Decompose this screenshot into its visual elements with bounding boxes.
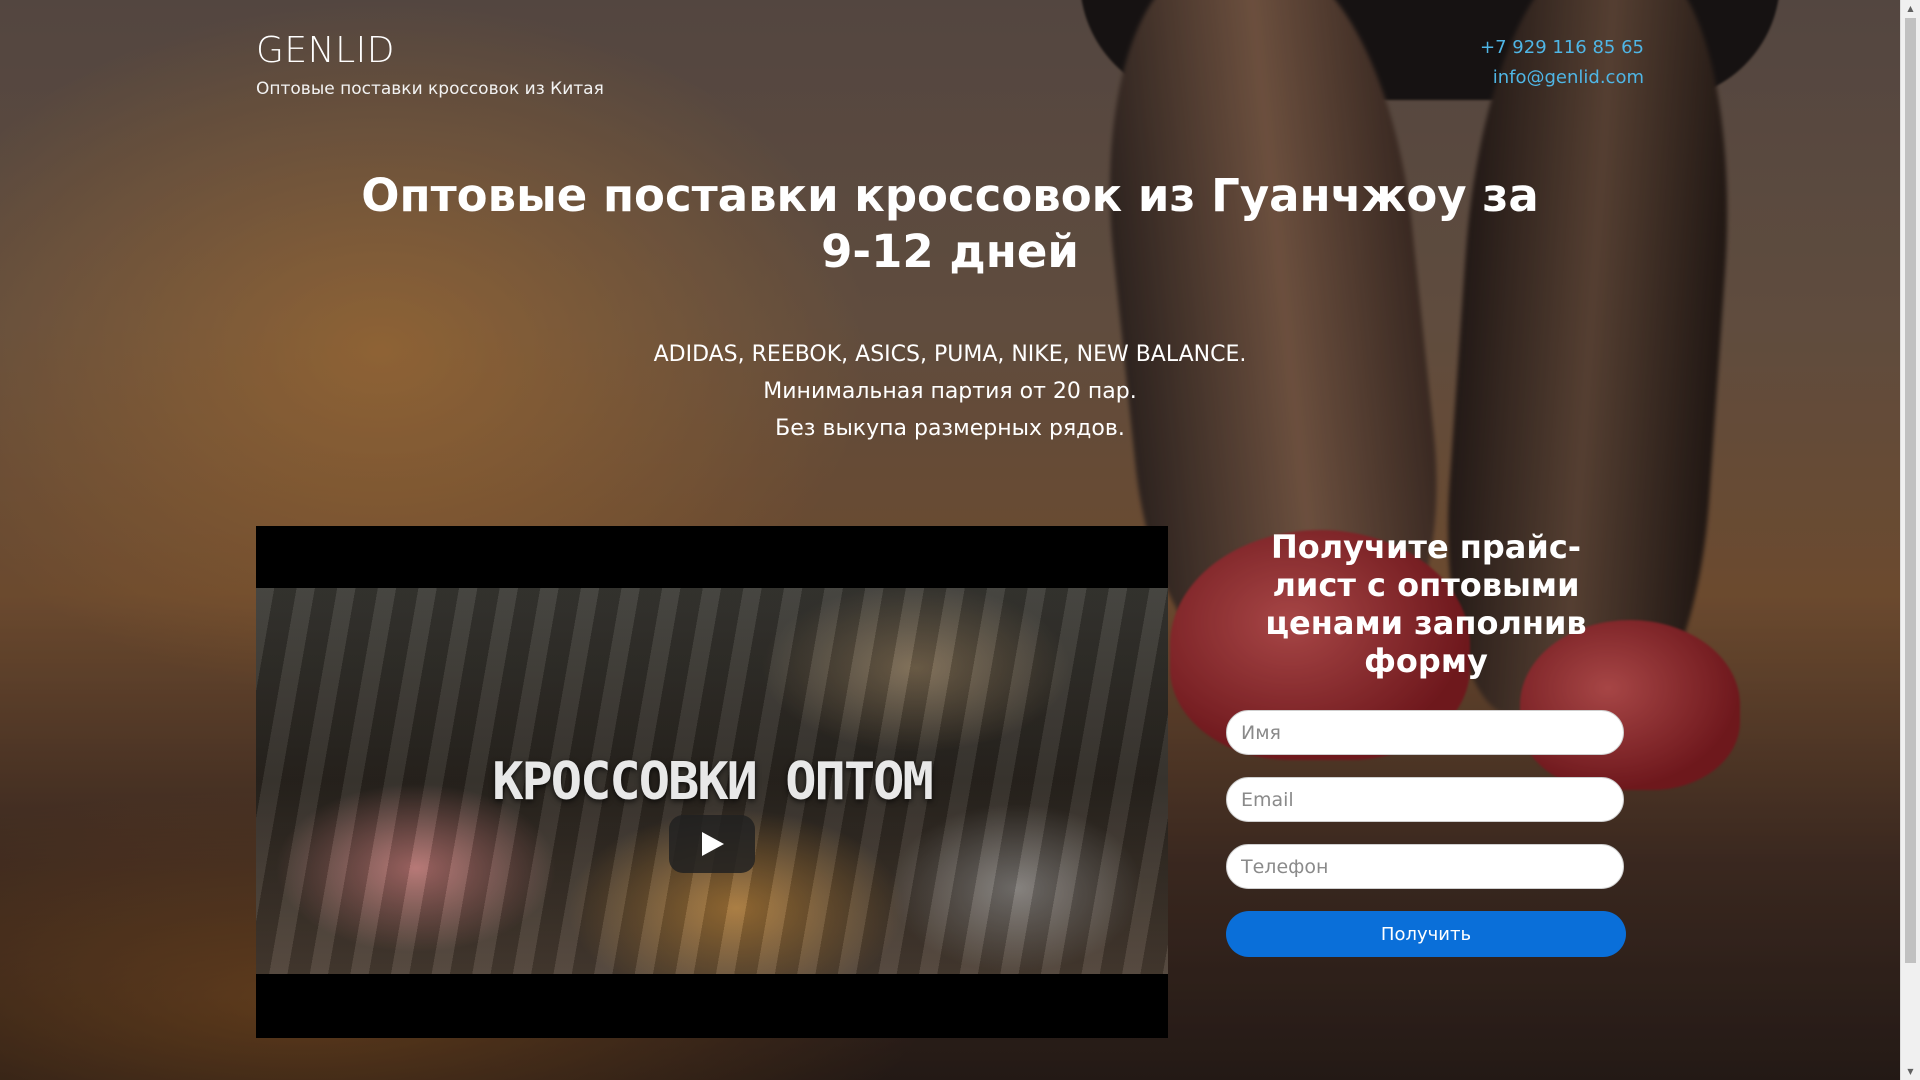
scroll-up-arrow-icon[interactable]: ▲ (1901, 0, 1920, 17)
submit-button[interactable]: Получить (1226, 911, 1626, 957)
scroll-down-arrow-icon[interactable]: ▼ (1901, 1063, 1920, 1080)
phone-link[interactable]: +7 929 116 85 65 (1480, 33, 1644, 63)
hero-title: Оптовые поставки кроссовок из Гуанчжоу з… (361, 169, 1539, 278)
brand-logo-text[interactable]: GENLID (256, 30, 604, 71)
hero-min-order-line: Минимальная партия от 20 пар. (763, 379, 1137, 404)
name-field[interactable] (1226, 710, 1624, 755)
brand-block: GENLID Оптовые поставки кроссовок из Кит… (256, 30, 604, 99)
form-title: Получите прайс-лист с оптовыми ценами за… (1265, 528, 1587, 680)
hero-brands-line: ADIDAS, REEBOK, ASICS, PUMA, NIKE, NEW B… (653, 342, 1247, 367)
video-thumbnail[interactable]: КРОССОВКИ ОПТОМ (256, 588, 1168, 974)
landing-page: GENLID Оптовые поставки кроссовок из Кит… (0, 0, 1920, 1080)
video-player[interactable]: КРОССОВКИ ОПТОМ (256, 526, 1168, 1038)
hero-subtitle: ADIDAS, REEBOK, ASICS, PUMA, NIKE, NEW B… (560, 336, 1340, 447)
hero-sizes-line: Без выкупа размерных рядов. (775, 416, 1125, 441)
phone-field[interactable] (1226, 844, 1624, 889)
price-request-form: Получите прайс-лист с оптовыми ценами за… (1226, 528, 1626, 957)
header-contacts: +7 929 116 85 65 info@genlid.com (1480, 33, 1644, 93)
play-button[interactable] (669, 815, 755, 873)
scrollbar-thumb[interactable] (1905, 18, 1916, 963)
email-field[interactable] (1226, 777, 1624, 822)
play-icon (702, 832, 724, 856)
video-caption: КРОССОВКИ ОПТОМ (492, 752, 934, 812)
brand-tagline: Оптовые поставки кроссовок из Китая (256, 79, 604, 99)
email-link[interactable]: info@genlid.com (1480, 63, 1644, 93)
page-scrollbar[interactable]: ▲ ▼ (1900, 0, 1920, 1080)
